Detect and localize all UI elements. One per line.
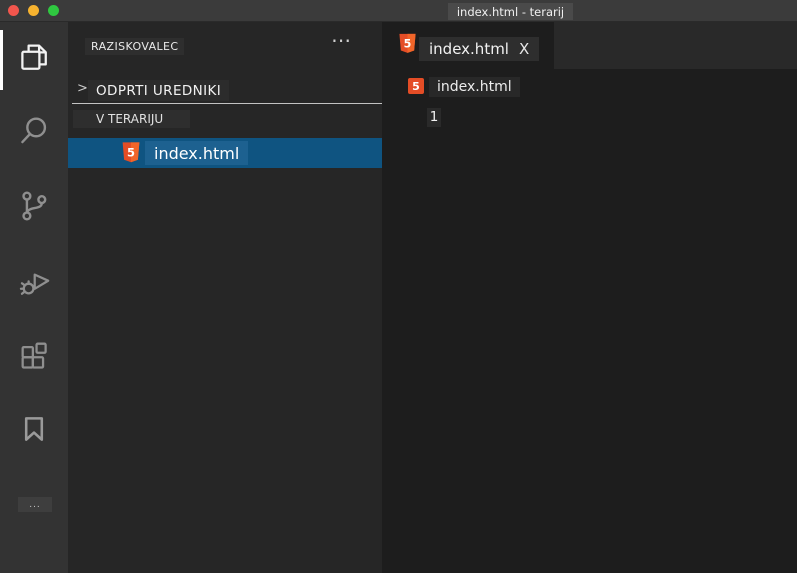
activity-bar: ... (0, 22, 68, 573)
breadcrumb-file-label: index.html (429, 77, 520, 97)
title-bar: index.html - terarij (0, 0, 797, 22)
source-control-branch-icon (17, 189, 51, 223)
activity-source-control-button[interactable] (10, 182, 58, 230)
section-divider (72, 103, 382, 104)
line-number: 1 (427, 107, 441, 127)
section-folder-header[interactable]: V TERARIJU (73, 110, 190, 128)
window-title: index.html - terarij (448, 3, 573, 20)
svg-text:5: 5 (127, 145, 135, 159)
html5-file-icon: 5 (121, 142, 141, 165)
search-icon (17, 114, 51, 148)
editor-group: 5 index.html X 5 index.html 1 (382, 22, 797, 573)
editor-line[interactable]: 1 (427, 106, 441, 127)
close-window-button[interactable] (8, 5, 19, 16)
tab-label: index.html (429, 40, 509, 58)
more-actions-icon[interactable]: ⋯ (331, 30, 353, 50)
file-name-label: index.html (145, 141, 249, 165)
explorer-sidebar: RAZISKOVALEC ⋯ > ODPRTI UREDNIKI V TERAR… (68, 22, 382, 573)
section-open-editors[interactable]: > ODPRTI UREDNIKI (68, 80, 382, 102)
active-view-indicator (0, 30, 3, 90)
open-editors-label: ODPRTI UREDNIKI (88, 80, 230, 101)
html5-file-icon: 5 (398, 32, 417, 57)
svg-text:5: 5 (404, 37, 412, 50)
activity-bookmarks-button[interactable] (10, 405, 58, 453)
tab-strip (554, 22, 797, 69)
debug-play-bug-icon (17, 264, 51, 298)
activity-search-button[interactable] (10, 107, 58, 155)
vscode-window: index.html - terarij ... RAZISKOVALEC ⋯ … (0, 0, 797, 573)
activity-explorer-button[interactable] (10, 33, 58, 81)
tab-label-box: index.html X (419, 37, 540, 61)
tab-index-html[interactable]: 5 index.html X (382, 22, 554, 69)
bookmark-icon (17, 412, 51, 446)
activity-extensions-button[interactable] (10, 333, 58, 381)
extensions-icon (17, 340, 51, 374)
minimize-window-button[interactable] (28, 5, 39, 16)
sidebar-title: RAZISKOVALEC (85, 38, 185, 55)
activity-run-debug-button[interactable] (10, 257, 58, 305)
tab-close-icon[interactable]: X (519, 40, 529, 58)
file-row-index-html[interactable]: 5 index.html (68, 138, 382, 168)
window-controls (8, 5, 59, 16)
zoom-window-button[interactable] (48, 5, 59, 16)
html5-square-icon: 5 (408, 78, 424, 94)
chevron-right-icon: > (77, 81, 88, 96)
files-icon (17, 40, 51, 74)
activity-overflow-button[interactable]: ... (18, 497, 52, 512)
